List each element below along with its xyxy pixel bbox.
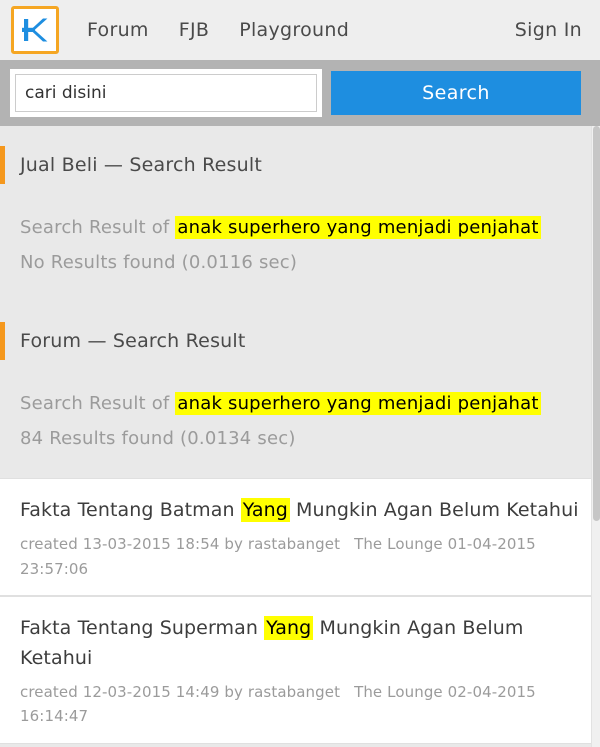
- primary-nav: Forum FJB Playground: [87, 19, 349, 41]
- kaskus-k-logo-icon: [22, 18, 48, 42]
- result-title-before: Fakta Tentang Superman: [20, 616, 265, 639]
- result-count: 84 Results found (0.0134 sec): [20, 428, 296, 450]
- result-title-before: Fakta Tentang Batman: [20, 499, 241, 522]
- search-results-page: Jual Beli — Search Result Search Result …: [0, 126, 600, 747]
- search-input[interactable]: [15, 74, 317, 112]
- nav-right-group: Sign In: [515, 19, 582, 41]
- sign-in-link[interactable]: Sign In: [515, 19, 582, 41]
- result-title-highlight: Yang: [264, 615, 314, 640]
- created-label: created: [20, 683, 78, 702]
- search-result-prefix: Search Result of: [20, 217, 170, 238]
- result-metadata: created 12-03-2015 14:49 by rastabanget T…: [20, 680, 580, 729]
- section-summary: Search Result of anak superhero yang men…: [0, 210, 600, 280]
- search-query-line: Search Result of anak superhero yang men…: [20, 386, 600, 421]
- result-author[interactable]: rastabanget: [248, 683, 340, 701]
- by-label: by: [224, 535, 243, 554]
- search-query-highlight: anak superhero yang menjadi penjahat: [175, 216, 541, 239]
- section-forum: Forum — Search Result Search Result of a…: [0, 302, 600, 479]
- section-title: Jual Beli — Search Result: [20, 154, 262, 176]
- search-result-prefix: Search Result of: [20, 393, 170, 415]
- search-bar: Search: [0, 60, 600, 126]
- section-header: Forum — Search Result: [0, 322, 600, 361]
- vertical-scrollbar[interactable]: [591, 126, 600, 747]
- created-label: created: [20, 535, 78, 554]
- result-forum[interactable]: The Lounge: [354, 535, 443, 553]
- section-jual-beli: Jual Beli — Search Result Search Result …: [0, 126, 600, 303]
- result-count: No Results found (0.0116 sec): [20, 252, 298, 274]
- nav-item-playground[interactable]: Playground: [239, 19, 349, 41]
- section-header: Jual Beli — Search Result: [0, 146, 600, 184]
- result-author[interactable]: rastabanget: [248, 535, 340, 553]
- nav-item-fjb[interactable]: FJB: [179, 19, 209, 41]
- result-metadata: created 13-03-2015 18:54 by rastabanget T…: [20, 532, 580, 581]
- section-title: Forum — Search Result: [20, 330, 246, 353]
- result-title[interactable]: Fakta Tentang Superman Yang Mungkin Agan…: [20, 613, 580, 673]
- by-label: by: [224, 683, 243, 702]
- nav-item-forum[interactable]: Forum: [87, 19, 149, 41]
- site-logo[interactable]: [11, 6, 59, 54]
- result-item[interactable]: Fakta Tentang Batman Yang Mungkin Agan B…: [0, 478, 600, 596]
- search-query-line: Search Result of anak superhero yang men…: [20, 210, 600, 245]
- result-title-after: Mungkin Agan Belum Ketahui: [289, 499, 579, 522]
- result-title[interactable]: Fakta Tentang Batman Yang Mungkin Agan B…: [20, 495, 580, 525]
- created-date: 12-03-2015 14:49: [82, 683, 220, 702]
- search-input-container: [10, 69, 322, 117]
- created-date: 13-03-2015 18:54: [82, 535, 220, 554]
- section-summary: Search Result of anak superhero yang men…: [0, 386, 600, 456]
- scrollbar-thumb[interactable]: [593, 126, 600, 521]
- result-forum[interactable]: The Lounge: [354, 683, 443, 701]
- result-title-highlight: Yang: [240, 498, 290, 523]
- result-item[interactable]: Fakta Tentang Superman Yang Mungkin Agan…: [0, 595, 600, 744]
- top-navigation-bar: Forum FJB Playground Sign In: [0, 0, 600, 60]
- search-query-highlight: anak superhero yang menjadi penjahat: [175, 392, 541, 416]
- search-button[interactable]: Search: [331, 71, 581, 115]
